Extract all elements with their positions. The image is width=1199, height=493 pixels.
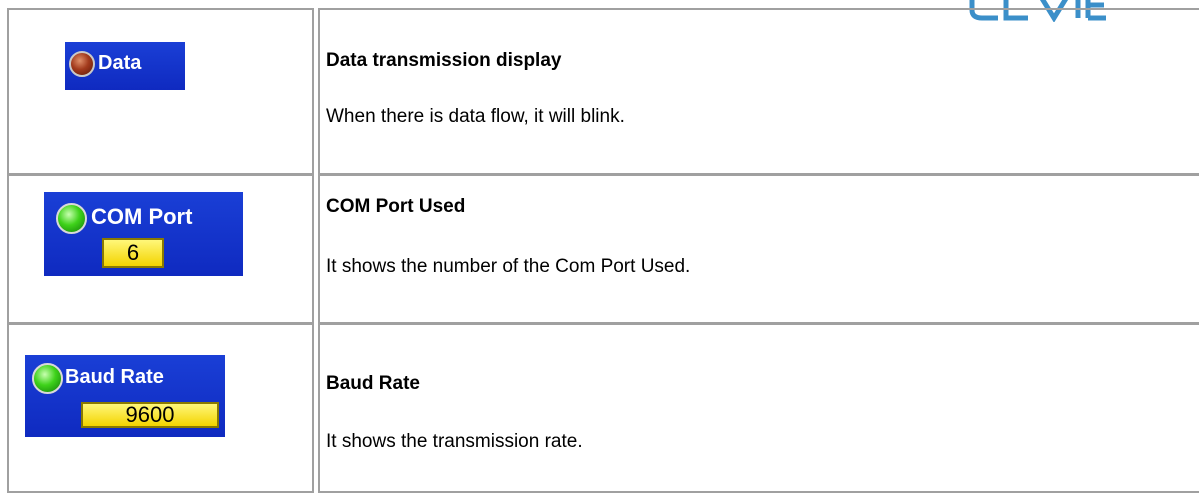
row-2-title: COM Port Used bbox=[326, 196, 466, 217]
data-indicator-label: Data bbox=[98, 52, 142, 74]
row-3-text-cell: Baud Rate It shows the transmission rate… bbox=[318, 323, 1199, 493]
led-green-icon bbox=[32, 363, 63, 394]
row-3-description: It shows the transmission rate. bbox=[326, 431, 583, 452]
row-1-text-cell: Data transmission display When there is … bbox=[318, 8, 1199, 175]
com-port-label: COM Port bbox=[91, 204, 193, 229]
row-2-icon-cell: COM Port 6 bbox=[7, 174, 314, 324]
baud-rate-widget: Baud Rate 9600 bbox=[25, 355, 225, 437]
led-green-icon bbox=[56, 203, 87, 234]
row-2-text-cell: COM Port Used It shows the number of the… bbox=[318, 174, 1199, 324]
row-3-title: Baud Rate bbox=[326, 373, 420, 394]
com-port-widget: COM Port 6 bbox=[44, 192, 243, 276]
com-port-value: 6 bbox=[102, 238, 164, 268]
data-indicator-widget: Data bbox=[65, 42, 185, 90]
row-1-title: Data transmission display bbox=[326, 50, 562, 71]
baud-rate-value: 9600 bbox=[81, 402, 219, 428]
row-1-description: When there is data flow, it will blink. bbox=[326, 106, 625, 127]
row-2-description: It shows the number of the Com Port Used… bbox=[326, 256, 691, 277]
baud-rate-label: Baud Rate bbox=[65, 366, 164, 388]
row-3-icon-cell: Baud Rate 9600 bbox=[7, 323, 314, 493]
row-1-icon-cell: Data bbox=[7, 8, 314, 175]
led-red-icon bbox=[69, 51, 95, 77]
